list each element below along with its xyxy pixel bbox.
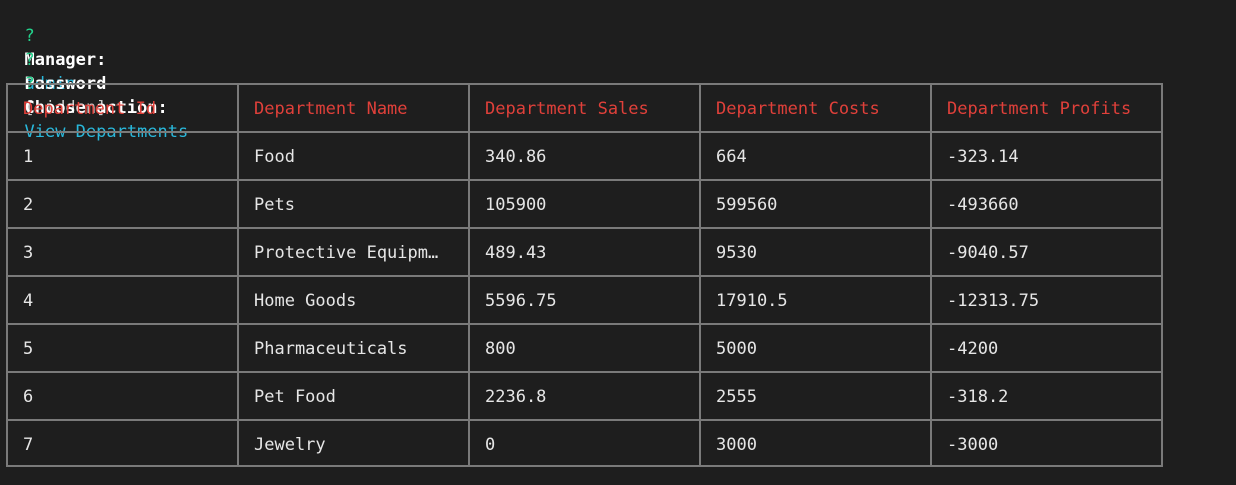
cell-department-id: 4 bbox=[23, 291, 34, 311]
cell-department-name: Pets bbox=[254, 195, 295, 215]
departments-table: Department Id Department Name Department… bbox=[6, 83, 1163, 467]
cell-department-name: Home Goods bbox=[254, 291, 357, 311]
cell-department-costs: 9530 bbox=[716, 243, 757, 263]
cell-department-id: 7 bbox=[23, 435, 34, 455]
cell-department-profits: -3000 bbox=[947, 435, 999, 455]
table-row: 2 Pets 105900 599560 -493660 bbox=[8, 179, 1161, 229]
table-row: 5 Pharmaceuticals 800 5000 -4200 bbox=[8, 323, 1161, 373]
cell-department-name: Jewelry bbox=[254, 435, 326, 455]
cell-department-profits: -323.14 bbox=[947, 147, 1019, 167]
cell-department-profits: -318.2 bbox=[947, 387, 1009, 407]
cell-department-sales: 0 bbox=[485, 435, 496, 455]
cell-department-id: 1 bbox=[23, 147, 34, 167]
cell-department-id: 3 bbox=[23, 243, 34, 263]
prompt-password: ? Password [hidden] bbox=[4, 24, 106, 118]
cell-department-sales: 5596.75 bbox=[485, 291, 557, 311]
table-row: 3 Protective Equipm… 489.43 9530 -9040.5… bbox=[8, 227, 1161, 277]
cell-department-sales: 105900 bbox=[485, 195, 547, 215]
cell-department-sales: 489.43 bbox=[485, 243, 547, 263]
cell-department-costs: 17910.5 bbox=[716, 291, 788, 311]
cell-department-costs: 599560 bbox=[716, 195, 778, 215]
header-department-costs: Department Costs bbox=[716, 99, 880, 119]
cell-department-name: Pet Food bbox=[254, 387, 336, 407]
cell-department-costs: 664 bbox=[716, 147, 747, 167]
header-department-profits: Department Profits bbox=[947, 99, 1132, 119]
prompt-manager: ? Manager: admin bbox=[4, 0, 106, 94]
header-department-name: Department Name bbox=[254, 99, 408, 119]
cell-department-profits: -4200 bbox=[947, 339, 999, 359]
table-row: 1 Food 340.86 664 -323.14 bbox=[8, 131, 1161, 181]
cell-department-sales: 340.86 bbox=[485, 147, 547, 167]
table-row: 7 Jewelry 0 3000 -3000 bbox=[8, 419, 1161, 469]
header-department-sales: Department Sales bbox=[485, 99, 649, 119]
cell-department-sales: 2236.8 bbox=[485, 387, 547, 407]
cell-department-costs: 5000 bbox=[716, 339, 757, 359]
table-header-row: Department Id Department Name Department… bbox=[8, 85, 1161, 133]
cell-department-profits: -12313.75 bbox=[947, 291, 1040, 311]
prompt-choose-action: ? Choose action: View Departments bbox=[4, 48, 188, 142]
cell-department-costs: 2555 bbox=[716, 387, 757, 407]
cell-department-profits: -493660 bbox=[947, 195, 1019, 215]
header-department-id: Department Id bbox=[23, 99, 157, 119]
cell-department-id: 2 bbox=[23, 195, 34, 215]
cell-department-id: 6 bbox=[23, 387, 34, 407]
cell-department-name: Food bbox=[254, 147, 295, 167]
cell-department-name: Protective Equipm… bbox=[254, 243, 439, 263]
cell-department-costs: 3000 bbox=[716, 435, 757, 455]
cell-department-profits: -9040.57 bbox=[947, 243, 1029, 263]
table-row: 4 Home Goods 5596.75 17910.5 -12313.75 bbox=[8, 275, 1161, 325]
cell-department-id: 5 bbox=[23, 339, 34, 359]
table-row: 6 Pet Food 2236.8 2555 -318.2 bbox=[8, 371, 1161, 421]
cell-department-sales: 800 bbox=[485, 339, 516, 359]
cell-department-name: Pharmaceuticals bbox=[254, 339, 408, 359]
